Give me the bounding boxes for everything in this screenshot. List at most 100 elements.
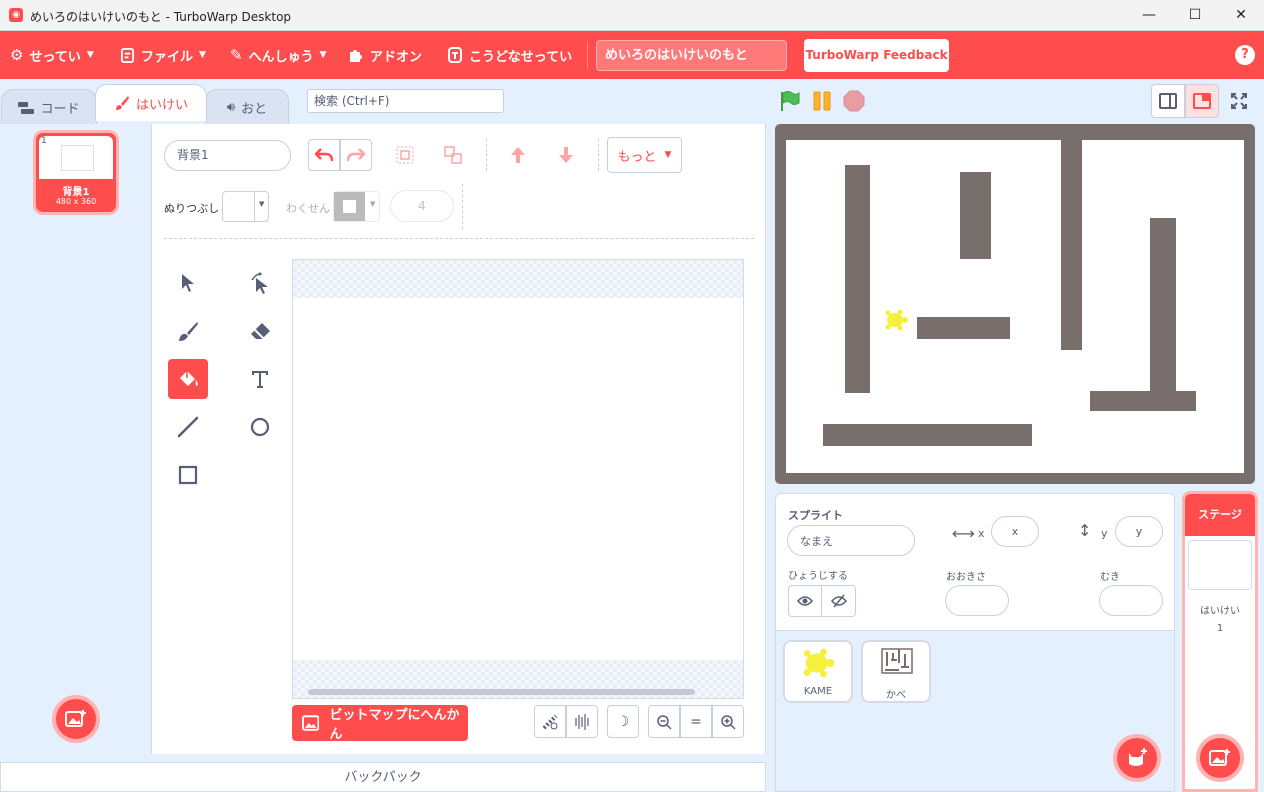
canvas-margin-top — [293, 260, 743, 298]
arrow-down-icon — [559, 147, 573, 163]
edit-menu[interactable]: ✎ へんしゅう ▼ — [230, 31, 327, 79]
normal-stage-button[interactable] — [1185, 84, 1219, 118]
reshape-icon — [251, 272, 268, 294]
small-stage-button[interactable] — [1151, 84, 1185, 118]
chevron-down-icon: ▼ — [199, 50, 206, 60]
add-stage-backdrop-button[interactable] — [1196, 734, 1244, 782]
select-tool[interactable] — [168, 263, 208, 303]
tab-sounds[interactable]: 🔊︎ おと — [205, 89, 289, 125]
addons-menu[interactable]: アドオン — [348, 31, 422, 79]
vertical-arrows-icon: ↕ — [1078, 521, 1092, 540]
advanced-settings-menu[interactable]: こうどなせってい — [447, 31, 572, 79]
line-tool[interactable] — [168, 407, 208, 447]
help-icon[interactable]: ? — [1235, 45, 1255, 65]
maze-wall — [1090, 391, 1196, 411]
brush-tool[interactable] — [168, 311, 208, 351]
text-tool[interactable] — [240, 359, 280, 399]
sprite-tile-kame[interactable]: KAME — [783, 640, 853, 703]
image-add-icon — [65, 710, 86, 727]
settings-menu[interactable]: ⚙ せってい ▼ — [10, 31, 94, 79]
ungroup-button[interactable] — [437, 139, 469, 171]
zoom-out-button[interactable] — [648, 705, 680, 738]
project-title-input[interactable]: めいろのはいけいのもと — [596, 40, 787, 71]
stop-icon[interactable] — [843, 90, 865, 112]
canvas-drawing-area[interactable] — [293, 298, 743, 660]
sprite-tile-kabe[interactable]: かべ — [861, 640, 931, 703]
redo-button[interactable] — [340, 139, 372, 171]
outline-width-input[interactable]: 4 — [390, 190, 454, 222]
line-icon — [177, 416, 199, 438]
forward-button[interactable] — [502, 139, 534, 171]
minimize-button[interactable]: — — [1126, 0, 1172, 31]
edit-menu-label: へんしゅう — [248, 49, 314, 65]
paint-canvas[interactable] — [292, 259, 744, 699]
direction-label: むき — [1100, 572, 1120, 583]
size-input[interactable] — [945, 585, 1009, 616]
tab-sounds-label: おと — [241, 102, 268, 117]
costume-number: 1 — [41, 136, 47, 146]
costume-size: 480 x 360 — [55, 197, 97, 206]
horizontal-arrows-icon: ⟷ — [952, 524, 975, 543]
convert-to-bitmap-button[interactable]: ビットマップにへんかん — [292, 705, 468, 742]
hide-sprite-button[interactable] — [822, 585, 856, 617]
costume-name-input[interactable]: 背景1 — [164, 140, 291, 171]
small-stage-icon — [1159, 93, 1177, 109]
eraser-tool[interactable] — [240, 311, 280, 351]
close-button[interactable]: ✕ — [1218, 0, 1264, 31]
lines-icon — [575, 713, 589, 730]
reshape-tool[interactable] — [240, 263, 280, 303]
maze-wall — [917, 317, 1010, 339]
toolbar-divider — [598, 139, 599, 171]
fill-color-picker[interactable]: ▼ — [222, 191, 269, 222]
zoom-reset-button[interactable]: = — [680, 705, 712, 738]
fullscreen-button[interactable] — [1222, 84, 1256, 118]
menu-divider — [587, 41, 588, 69]
turtle-sprite[interactable] — [883, 309, 909, 331]
arrow-up-icon — [511, 147, 525, 163]
file-menu[interactable]: ファイル ▼ — [120, 31, 206, 79]
search-input[interactable]: 検索 (Ctrl+F) — [307, 89, 504, 113]
backpack-header[interactable]: バックパック — [0, 762, 766, 792]
show-sprite-button[interactable] — [788, 585, 822, 617]
chevron-down-icon: ▼ — [259, 200, 265, 208]
maximize-button[interactable]: ☐ — [1172, 0, 1218, 31]
direction-input[interactable] — [1099, 585, 1163, 616]
eye-slash-icon — [830, 594, 847, 608]
zoom-in-button[interactable] — [712, 705, 744, 738]
outline-color-picker[interactable]: ▼ — [333, 191, 380, 222]
sprite-info-panel: スプライト なまえ ⟷ x x ↕ y y ひょうじする おおきさ むき — [775, 493, 1175, 631]
bitmap-mode-toggle-button[interactable] — [534, 705, 566, 738]
show-label: ひょうじする — [788, 571, 848, 582]
tab-costumes[interactable]: はいけい — [95, 84, 207, 121]
fill-tool[interactable] — [168, 359, 208, 399]
rectangle-tool[interactable] — [168, 455, 208, 495]
undo-button[interactable] — [308, 139, 340, 171]
circle-tool[interactable] — [240, 407, 280, 447]
costume-item[interactable]: 1 背景1 480 x 360 — [33, 130, 119, 215]
file-icon — [120, 47, 135, 63]
normal-stage-icon — [1193, 93, 1211, 109]
more-button[interactable]: もっと ▼ — [607, 137, 682, 173]
add-sprite-button[interactable] — [1113, 734, 1161, 782]
backdrops-count: 1 — [1216, 623, 1224, 634]
pause-icon[interactable] — [812, 91, 832, 111]
x-input[interactable]: x — [991, 516, 1039, 547]
add-backdrop-button[interactable] — [52, 695, 100, 743]
stage-canvas[interactable] — [786, 140, 1244, 473]
feedback-button[interactable]: TurboWarp Feedback — [804, 39, 949, 72]
group-button[interactable] — [389, 139, 421, 171]
y-input[interactable]: y — [1115, 516, 1163, 547]
backward-button[interactable] — [550, 139, 582, 171]
image-add-icon — [1209, 749, 1230, 766]
addons-menu-label: アドオン — [370, 49, 423, 65]
dark-mode-button[interactable]: ☽ — [607, 705, 639, 738]
undo-icon — [315, 148, 333, 162]
sprite-name: KAME — [803, 686, 833, 697]
tab-code[interactable]: コード — [1, 89, 97, 125]
window-titlebar: ◉ めいろのはいけいのもと - TurboWarp Desktop — ☐ ✕ — [0, 0, 1264, 31]
waveform-button[interactable] — [566, 705, 598, 738]
canvas-scrollbar[interactable] — [308, 689, 695, 695]
maze-wall — [960, 172, 991, 259]
sprite-name-input[interactable]: なまえ — [787, 525, 915, 556]
green-flag-icon[interactable] — [779, 90, 801, 112]
